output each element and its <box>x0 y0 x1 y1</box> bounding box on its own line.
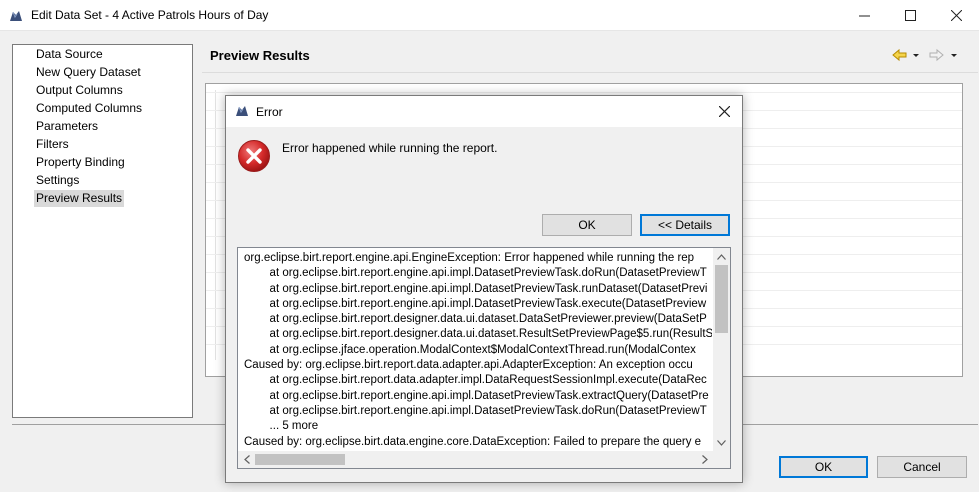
stack-trace-line: org.eclipse.birt.report.engine.api.Engin… <box>244 252 695 264</box>
stack-trace-line: Caused by: org.eclipse.birt.report.data.… <box>244 359 693 372</box>
data-set-nav-panel: Data Source New Query Dataset Output Col… <box>12 44 193 418</box>
scroll-right-icon[interactable] <box>696 451 713 468</box>
error-icon <box>238 140 270 172</box>
minimize-icon <box>858 15 870 17</box>
nav-item-new-query-dataset[interactable]: New Query Dataset <box>34 64 143 81</box>
nav-item-parameters[interactable]: Parameters <box>34 118 100 135</box>
maximize-icon <box>904 10 916 21</box>
stack-trace-line: at org.eclipse.birt.report.engine.api.im… <box>244 282 708 295</box>
error-dialog: Error Error happened while running the r… <box>225 95 743 483</box>
nav-item-filters[interactable]: Filters <box>34 136 71 153</box>
window-titlebar: Edit Data Set - 4 Active Patrols Hours o… <box>0 0 979 31</box>
ok-button[interactable]: OK <box>779 456 868 478</box>
nav-item-data-source[interactable]: Data Source <box>34 46 105 63</box>
close-window-button[interactable] <box>933 0 979 31</box>
stack-trace-line: at org.eclipse.birt.report.designer.data… <box>244 313 707 326</box>
scroll-down-icon[interactable] <box>713 434 730 451</box>
stack-trace-line: at org.eclipse.birt.report.engine.api.im… <box>244 404 707 417</box>
cancel-button[interactable]: Cancel <box>877 456 967 478</box>
nav-item-computed-columns[interactable]: Computed Columns <box>34 100 144 117</box>
stack-trace-line: at org.eclipse.jface.operation.ModalCont… <box>244 343 696 356</box>
error-message: Error happened while running the report. <box>282 141 498 155</box>
close-icon <box>950 10 962 21</box>
close-icon <box>718 106 730 117</box>
stack-trace: org.eclipse.birt.report.engine.api.Engin… <box>244 251 712 449</box>
grid-row-line <box>206 92 962 93</box>
details-horizontal-scrollbar[interactable] <box>238 451 713 468</box>
scroll-up-icon[interactable] <box>713 248 730 265</box>
details-toggle-button[interactable]: << Details <box>640 214 730 236</box>
maximize-button[interactable] <box>887 0 933 31</box>
error-dialog-close-button[interactable] <box>706 96 742 127</box>
details-vertical-scrollbar[interactable] <box>713 248 730 451</box>
vertical-scroll-thumb[interactable] <box>715 265 728 333</box>
forward-arrow-icon <box>929 48 957 62</box>
stack-trace-line: at org.eclipse.birt.report.engine.api.im… <box>244 389 709 402</box>
nav-item-output-columns[interactable]: Output Columns <box>34 82 125 99</box>
birt-app-icon <box>236 106 248 116</box>
grid-column-line <box>215 90 216 360</box>
error-dialog-title: Error <box>256 105 283 119</box>
stack-trace-line: at org.eclipse.birt.report.data.adapter.… <box>244 374 707 387</box>
scrollbar-corner <box>713 451 730 468</box>
error-ok-button[interactable]: OK <box>542 214 632 236</box>
nav-item-property-binding[interactable]: Property Binding <box>34 154 127 171</box>
nav-item-settings[interactable]: Settings <box>34 172 81 189</box>
stack-trace-line: at org.eclipse.birt.report.designer.data… <box>244 328 712 341</box>
scroll-left-icon[interactable] <box>238 451 255 468</box>
stack-trace-line: ... 5 more <box>244 420 319 433</box>
stack-trace-line: Caused by: org.eclipse.birt.data.engine.… <box>244 435 702 448</box>
header-separator <box>202 72 978 73</box>
forward-button[interactable] <box>927 47 961 65</box>
birt-app-icon <box>10 11 22 21</box>
error-details-text[interactable]: org.eclipse.birt.report.engine.api.Engin… <box>237 247 731 469</box>
back-arrow-icon <box>892 48 919 62</box>
horizontal-scroll-thumb[interactable] <box>255 454 345 465</box>
error-dialog-titlebar: Error <box>226 96 742 127</box>
stack-trace-line: at org.eclipse.birt.report.engine.api.im… <box>244 297 707 310</box>
nav-item-preview-results[interactable]: Preview Results <box>34 190 125 207</box>
back-button[interactable] <box>891 47 923 65</box>
stack-trace-line: at org.eclipse.birt.report.engine.api.im… <box>244 267 707 280</box>
section-title: Preview Results <box>210 48 310 63</box>
window-title: Edit Data Set - 4 Active Patrols Hours o… <box>31 8 269 22</box>
edit-data-set-window: Edit Data Set - 4 Active Patrols Hours o… <box>0 0 979 492</box>
minimize-button[interactable] <box>841 0 887 31</box>
